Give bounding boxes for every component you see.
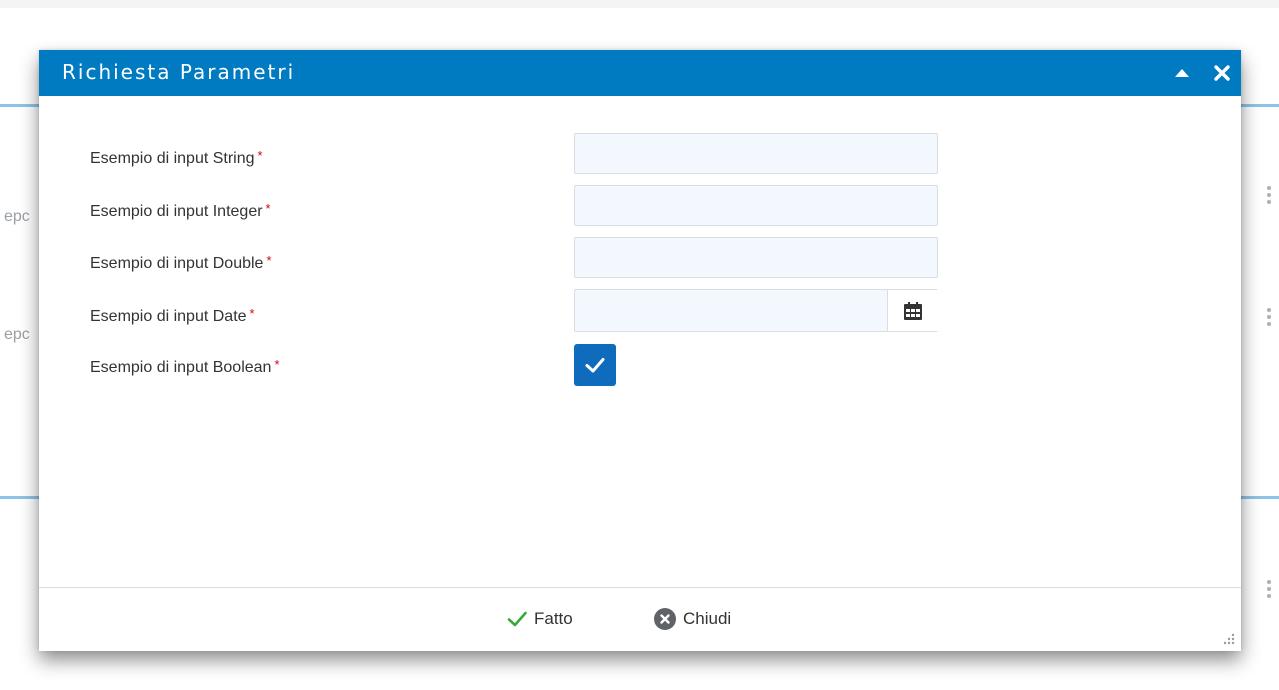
boolean-field-label: Esempio di input Boolean * — [90, 357, 280, 377]
dialog-footer: Fatto Chiudi — [39, 587, 1241, 651]
date-picker — [574, 289, 938, 332]
resize-grip-icon[interactable] — [1221, 631, 1235, 645]
calendar-button[interactable] — [887, 290, 938, 331]
checkmark-icon — [585, 358, 605, 373]
background-partial-text: epc — [4, 326, 30, 343]
double-field-label-text: Esempio di input Double — [90, 255, 264, 272]
date-field-label: Esempio di input Date * — [90, 306, 255, 326]
double-input[interactable] — [574, 237, 938, 278]
dialog-header: Richiesta Parametri — [39, 50, 1241, 96]
done-button-label: Fatto — [534, 609, 573, 628]
dialog-title: Richiesta Parametri — [62, 60, 296, 84]
date-field-label-text: Esempio di input Date — [90, 308, 247, 325]
close-circle-icon — [654, 608, 676, 630]
required-marker: * — [274, 357, 280, 372]
integer-input[interactable] — [574, 185, 938, 226]
double-field-label: Esempio di input Double * — [90, 253, 272, 273]
done-button[interactable]: Fatto — [506, 606, 573, 632]
parameters-dialog: Richiesta Parametri Esempio di input Str… — [39, 50, 1241, 651]
string-field-label: Esempio di input String * — [90, 148, 263, 168]
string-input[interactable] — [574, 133, 938, 174]
boolean-field-label-text: Esempio di input Boolean — [90, 359, 272, 376]
required-marker: * — [249, 306, 255, 321]
string-field-label-text: Esempio di input String — [90, 150, 255, 167]
background-partial-text: epc — [4, 208, 30, 225]
background-kebab-icon[interactable] — [1266, 308, 1272, 326]
integer-field-label: Esempio di input Integer * — [90, 201, 271, 221]
background-top-strip — [0, 0, 1279, 8]
cancel-button-label: Chiudi — [683, 609, 732, 628]
calendar-icon — [904, 301, 922, 320]
date-input[interactable] — [575, 290, 887, 331]
required-marker: * — [266, 253, 272, 268]
integer-field-label-text: Esempio di input Integer — [90, 203, 263, 220]
background-kebab-icon[interactable] — [1266, 186, 1272, 204]
close-icon[interactable] — [1211, 62, 1233, 84]
required-marker: * — [265, 201, 271, 216]
checkmark-icon — [507, 611, 527, 627]
caret-up-icon[interactable] — [1171, 62, 1193, 84]
boolean-checkbox[interactable] — [574, 344, 616, 386]
background-kebab-icon[interactable] — [1266, 580, 1272, 598]
cancel-button[interactable]: Chiudi — [653, 606, 731, 632]
required-marker: * — [257, 148, 263, 163]
